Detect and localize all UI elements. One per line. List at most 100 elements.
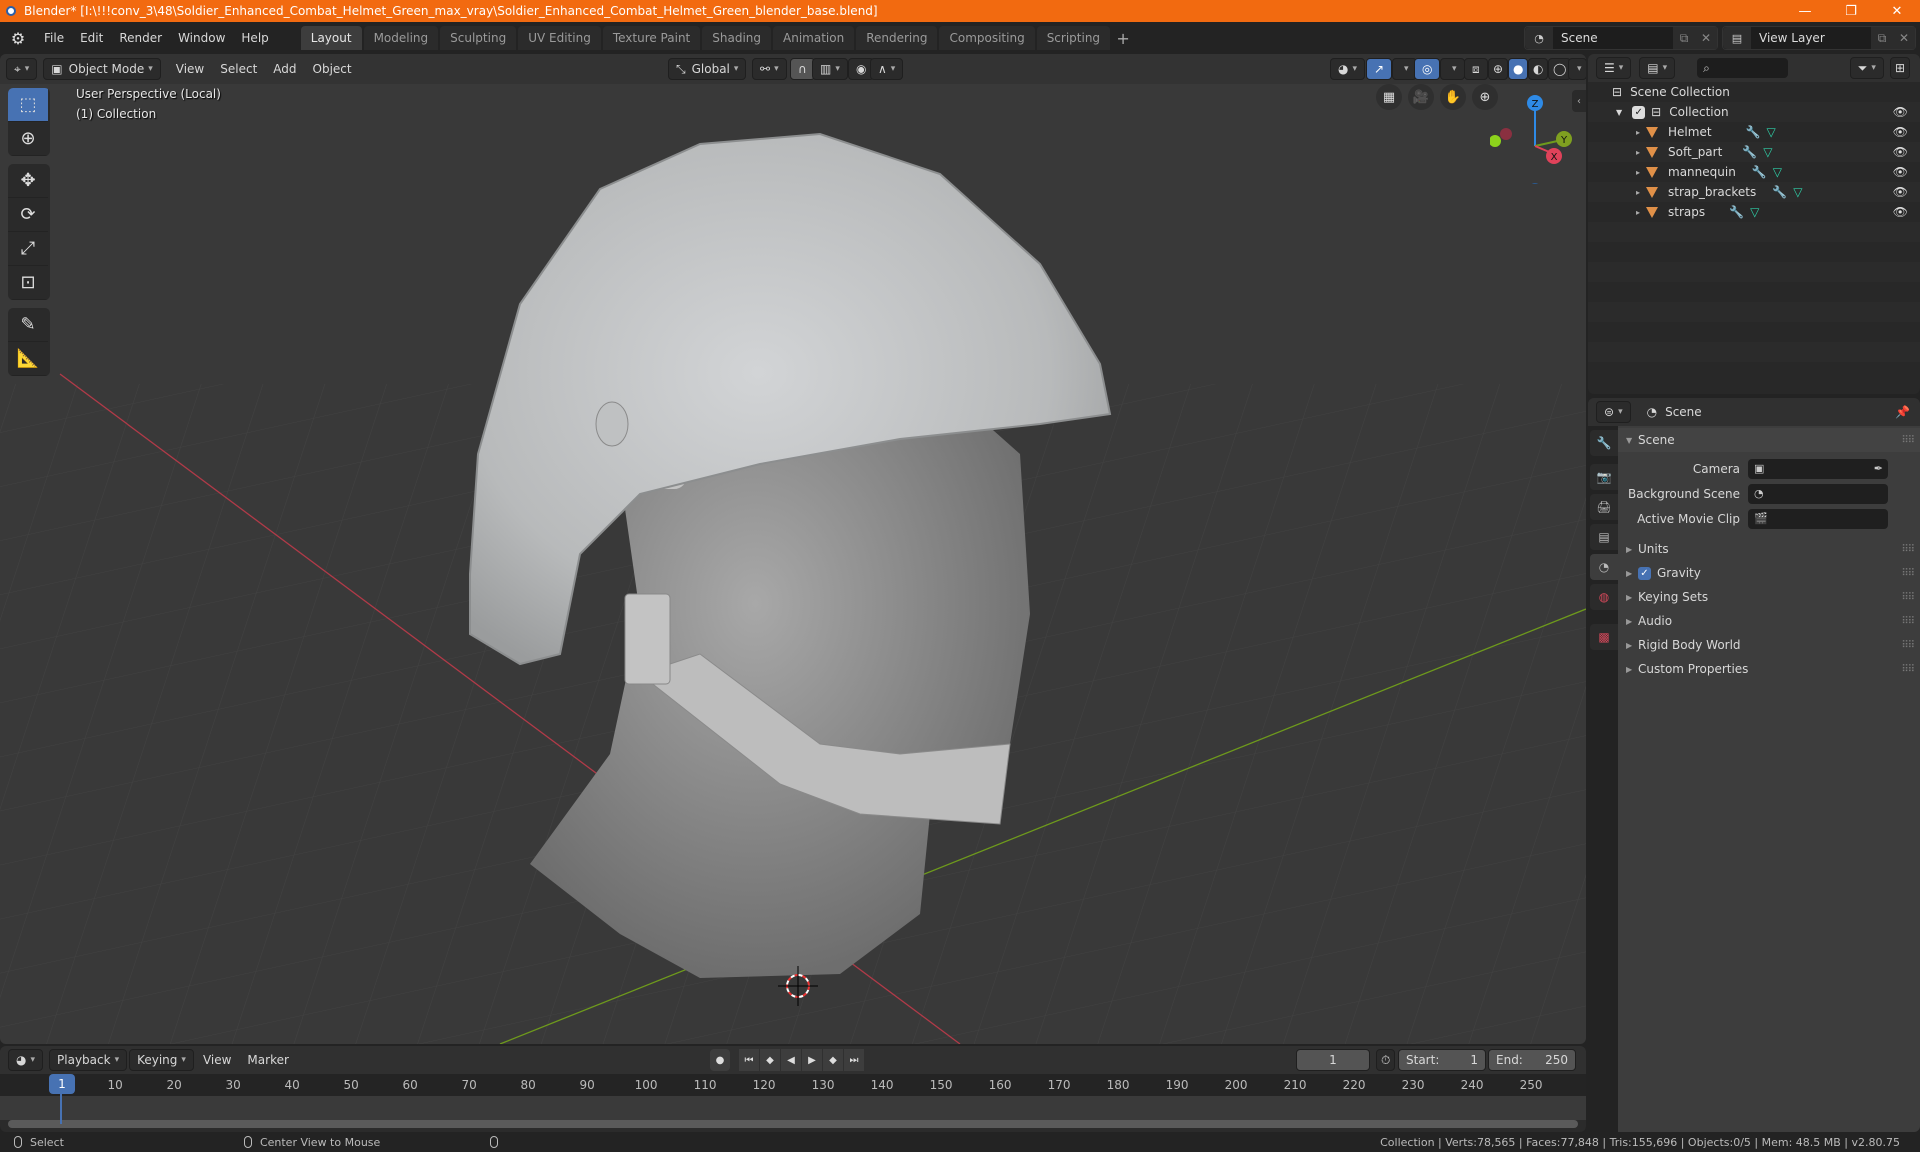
expand-arrow-icon[interactable]: ▸ (1636, 148, 1640, 157)
pin-icon[interactable]: 📌 (1895, 405, 1910, 419)
tab-rendering[interactable]: Rendering (856, 26, 938, 50)
modifier-wrench-icon[interactable]: 🔧 (1742, 145, 1757, 159)
drag-handle-icon[interactable]: ⠿⠿ (1901, 616, 1915, 627)
camera-field[interactable]: ▣ ✒ (1748, 458, 1888, 479)
modifier-wrench-icon[interactable]: 🔧 (1772, 185, 1787, 199)
tab-uv-editing[interactable]: UV Editing (518, 26, 601, 50)
outliner-scene-collection[interactable]: ⊟ Scene Collection (1588, 82, 1920, 102)
shading-dropdown[interactable]: ▾ (1568, 58, 1586, 80)
custom-properties-panel-header[interactable]: ▶ Custom Properties ⠿⠿ (1618, 657, 1920, 681)
scene-name-field[interactable]: Scene (1553, 31, 1673, 45)
background-scene-field[interactable]: ◔ (1748, 483, 1888, 504)
next-keyframe-button[interactable]: ◆ (823, 1049, 843, 1071)
timeline-editor-type[interactable]: ◕ ▾ (8, 1049, 44, 1071)
tab-output[interactable]: 🖨 (1590, 494, 1618, 520)
start-frame-field[interactable]: Start: 1 (1398, 1049, 1486, 1071)
prev-keyframe-button[interactable]: ◆ (760, 1049, 780, 1071)
expand-arrow-icon[interactable]: ▸ (1636, 128, 1640, 137)
active-movie-clip-field[interactable]: 🎬 (1748, 508, 1888, 529)
new-view-layer-icon[interactable]: ⧉ (1871, 27, 1893, 49)
menu-marker[interactable]: Marker (240, 1049, 295, 1071)
mesh-data-icon[interactable]: ▽ (1750, 205, 1759, 219)
drag-handle-icon[interactable]: ⠿⠿ (1901, 435, 1915, 446)
eye-icon[interactable]: 👁 (1893, 205, 1908, 219)
delete-scene-icon[interactable]: ✕ (1695, 27, 1717, 49)
proportional-falloff-dropdown[interactable]: ∧ ▾ (870, 58, 904, 80)
transform-orientation-dropdown[interactable]: ⤡ Global ▾ (668, 58, 747, 80)
jump-start-button[interactable]: ⏮ (739, 1049, 759, 1071)
scale-tool[interactable]: ⤢ (8, 232, 48, 266)
mesh-data-icon[interactable]: ▽ (1793, 185, 1802, 199)
mesh-data-icon[interactable]: ▽ (1767, 125, 1776, 139)
playback-dropdown[interactable]: Playback ▾ (49, 1049, 128, 1071)
gravity-panel-header[interactable]: ▶ ✓ Gravity ⠿⠿ (1618, 561, 1920, 585)
move-tool[interactable]: ✥ (8, 164, 48, 198)
viewport-scene[interactable] (0, 54, 1586, 1044)
eye-icon[interactable]: 👁 (1893, 105, 1908, 119)
pan-view-button[interactable]: ✋ (1440, 84, 1466, 110)
modifier-wrench-icon[interactable]: 🔧 (1729, 205, 1744, 219)
navigation-gizmo[interactable]: Z Y X (1490, 84, 1580, 184)
keying-sets-panel-header[interactable]: ▶ Keying Sets ⠿⠿ (1618, 585, 1920, 609)
outliner-object-row[interactable]: ▸ mannequin 🔧 ▽ 👁 (1588, 162, 1920, 182)
drag-handle-icon[interactable]: ⠿⠿ (1901, 592, 1915, 603)
scene-panel-header[interactable]: ▼ Scene ⠿⠿ (1618, 428, 1920, 452)
eye-icon[interactable]: 👁 (1893, 185, 1908, 199)
camera-view-button[interactable]: 🎥 (1408, 84, 1434, 110)
drag-handle-icon[interactable]: ⠿⠿ (1901, 544, 1915, 555)
annotate-tool[interactable]: ✎ (8, 308, 48, 342)
tab-compositing[interactable]: Compositing (939, 26, 1035, 50)
view-layer-selector[interactable]: ▤ View Layer ⧉ ✕ (1722, 26, 1916, 50)
tab-texture[interactable]: ▩ (1590, 624, 1618, 650)
rigid-body-world-panel-header[interactable]: ▶ Rigid Body World ⠿⠿ (1618, 633, 1920, 657)
tab-tool[interactable]: 🔧 (1590, 430, 1618, 456)
drag-handle-icon[interactable]: ⠿⠿ (1901, 664, 1915, 675)
menu-view[interactable]: View (196, 1049, 238, 1071)
drag-handle-icon[interactable]: ⠿⠿ (1901, 568, 1915, 579)
cursor-tool[interactable]: ⊕ (8, 122, 48, 156)
mesh-data-icon[interactable]: ▽ (1773, 165, 1782, 179)
tab-scene[interactable]: ◔ (1590, 554, 1618, 580)
timeline-ruler[interactable]: 10 20 30 40 50 60 70 80 90 100 110 120 130 140 150 160 1… (0, 1074, 1586, 1096)
gravity-checkbox[interactable]: ✓ (1638, 566, 1651, 580)
new-collection-button[interactable]: ⊞ (1889, 57, 1910, 79)
end-frame-field[interactable]: End: 250 (1488, 1049, 1576, 1071)
collection-include-checkbox[interactable]: ✓ (1632, 105, 1646, 119)
minimize-button[interactable]: — (1782, 0, 1828, 22)
tab-modeling[interactable]: Modeling (363, 26, 439, 50)
expand-arrow-icon[interactable]: ▸ (1636, 208, 1640, 217)
measure-tool[interactable]: 📐 (8, 342, 48, 376)
playhead[interactable]: 1 (49, 1074, 75, 1094)
menu-window[interactable]: Window (170, 26, 233, 50)
menu-select[interactable]: Select (213, 58, 264, 80)
editor-type-button[interactable]: ⌖ ▾ (6, 58, 38, 80)
tab-view-layer[interactable]: ▤ (1590, 524, 1618, 550)
tab-sculpting[interactable]: Sculpting (440, 26, 517, 50)
new-scene-icon[interactable]: ⧉ (1673, 27, 1695, 49)
outliner-object-row[interactable]: ▸ Helmet 🔧 ▽ 👁 (1588, 122, 1920, 142)
solid-shading-button[interactable]: ● (1508, 58, 1529, 80)
object-mode-dropdown[interactable]: ▣ Object Mode ▾ (43, 58, 161, 80)
overlays-dropdown[interactable]: ▾ (1440, 58, 1465, 80)
eye-icon[interactable]: 👁 (1893, 125, 1908, 139)
menu-help[interactable]: Help (233, 26, 276, 50)
outliner-search-input[interactable]: ⌕ (1697, 58, 1788, 78)
timeline-track[interactable] (0, 1096, 1586, 1120)
eyedropper-icon[interactable]: ✒ (1874, 462, 1883, 475)
maximize-button[interactable]: ❐ (1828, 0, 1874, 22)
close-button[interactable]: ✕ (1874, 0, 1920, 22)
tab-layout[interactable]: Layout (300, 26, 362, 50)
tab-shading[interactable]: Shading (702, 26, 771, 50)
menu-render[interactable]: Render (111, 26, 170, 50)
display-mode-dropdown[interactable]: ▤ ▾ (1639, 57, 1676, 79)
eye-icon[interactable]: 👁 (1893, 165, 1908, 179)
tab-texture-paint[interactable]: Texture Paint (602, 26, 701, 50)
outliner-collection[interactable]: ▼ ✓ ⊟ Collection 👁 (1588, 102, 1920, 122)
keying-dropdown[interactable]: Keying ▾ (129, 1049, 194, 1071)
view-layer-name-field[interactable]: View Layer (1751, 31, 1871, 45)
drag-handle-icon[interactable]: ⠿⠿ (1901, 640, 1915, 651)
menu-file[interactable]: File (36, 26, 72, 50)
outliner-object-row[interactable]: ▸ Soft_part 🔧 ▽ 👁 (1588, 142, 1920, 162)
material-shading-button[interactable]: ◐ (1528, 58, 1549, 80)
menu-object[interactable]: Object (306, 58, 359, 80)
